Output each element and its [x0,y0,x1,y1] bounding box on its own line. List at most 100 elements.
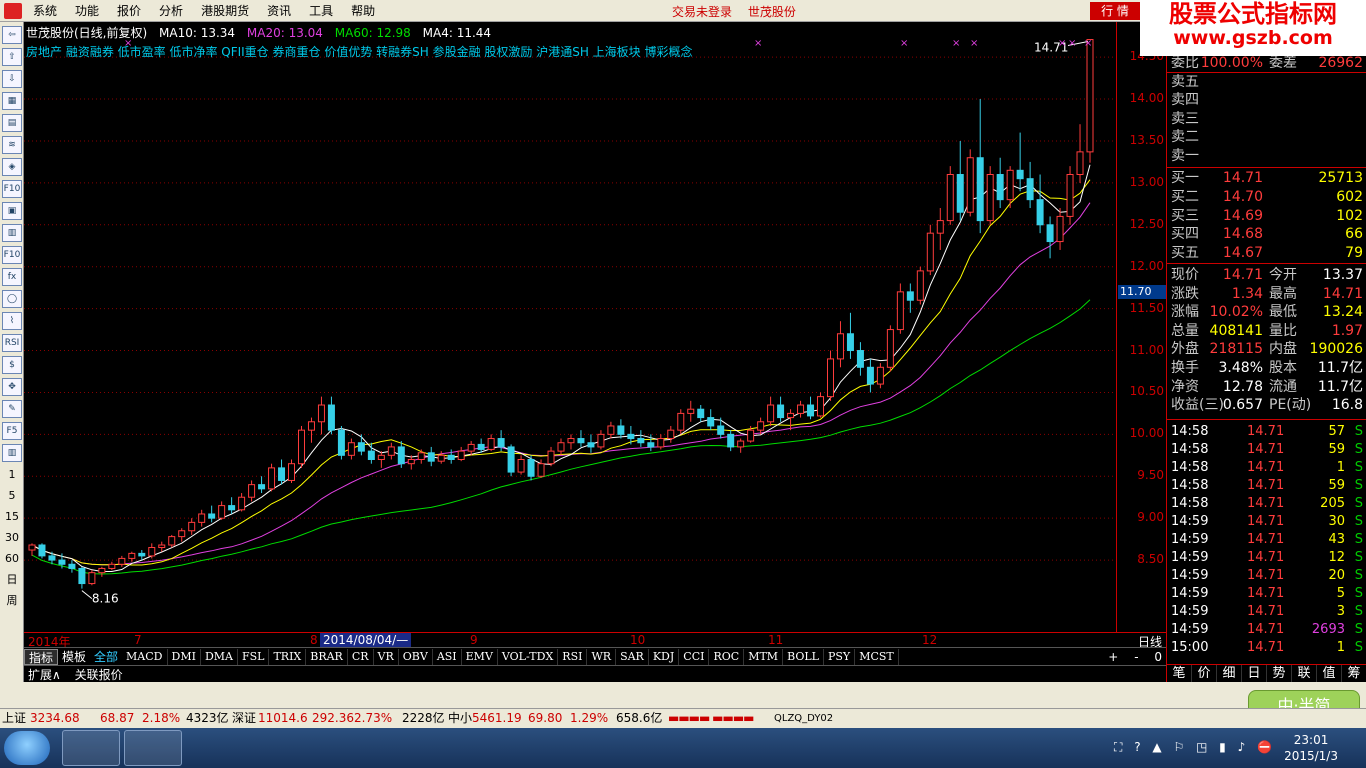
indicator-tab[interactable]: CCI [679,648,710,665]
candle-body[interactable] [896,291,904,331]
candle-body[interactable] [607,425,615,435]
candle-body[interactable] [507,446,515,473]
panel-tab[interactable]: 日 [1242,665,1267,682]
candle-body[interactable] [288,463,296,481]
indicator-tab[interactable]: MTM [744,648,784,665]
start-button[interactable] [4,731,50,765]
period-button-3[interactable]: 30 [2,529,22,547]
indicator-tab[interactable]: VOL-TDX [498,648,559,665]
candle-body[interactable] [407,459,415,465]
period-button-4[interactable]: 60 [2,550,22,568]
candle-body[interactable] [517,459,525,473]
candle-body[interactable] [78,567,86,585]
candle-body[interactable] [128,552,136,559]
candle-body[interactable] [1056,215,1064,243]
system-clock[interactable]: 23:01 2015/1/3 [1284,732,1338,764]
candle-body[interactable] [1016,169,1024,180]
candle-body[interactable] [48,555,56,561]
candle-body[interactable] [587,442,595,448]
panel-tab[interactable]: 细 [1217,665,1242,682]
indicator-tab[interactable]: BOLL [783,648,824,665]
candle-body[interactable] [28,544,36,551]
category-tab[interactable]: 模板 [58,648,90,665]
candle-body[interactable] [317,404,325,423]
candle-body[interactable] [158,544,166,549]
candle-body[interactable] [347,442,355,456]
candle-body[interactable] [367,450,375,460]
candle-body[interactable] [1026,178,1034,201]
candle-body[interactable] [866,366,874,385]
candle-body[interactable] [68,563,76,569]
zoom-in-button[interactable]: + [1108,650,1118,664]
candle-body[interactable] [856,350,864,368]
candle-body[interactable] [677,412,685,431]
indicator-tab[interactable]: EMV [462,648,498,665]
candle-body[interactable] [797,404,805,414]
candle-body[interactable] [836,333,844,360]
candle-body[interactable] [767,404,775,423]
candle-body[interactable] [807,404,815,417]
candle-body[interactable] [577,438,585,444]
candle-body[interactable] [467,443,475,452]
candle-body[interactable] [1036,199,1044,226]
candle-body[interactable] [297,429,305,465]
candle-body[interactable] [657,438,665,448]
taskbar-app-stock[interactable] [62,730,120,766]
panel-tab[interactable]: 联 [1292,665,1317,682]
return-icon[interactable]: ⇦ [2,26,22,44]
kline-chart[interactable]: 14.71 8.16 × × × × × × × × 世茂股份(日线,前复权) MA10: 13.… [24,22,1116,632]
indicator-tab[interactable]: DMA [201,648,238,665]
candle-body[interactable] [327,404,335,431]
candle-body[interactable] [687,408,695,414]
candle-body[interactable] [218,505,226,519]
menu-help[interactable]: 帮助 [342,2,384,19]
candle-body[interactable] [228,505,236,511]
related-quote-button[interactable]: 关联报价 [75,668,123,682]
candle-body[interactable] [1046,224,1054,243]
indicator-tab[interactable]: VR [374,648,399,665]
menu-quote[interactable]: 报价 [108,2,150,19]
candle-body[interactable] [58,559,66,565]
candle-body[interactable] [966,157,974,213]
multi-icon[interactable]: ◈ [2,158,22,176]
candle-body[interactable] [278,467,286,481]
candle-body[interactable] [846,333,854,352]
tray-icons[interactable]: ⛶ ? ▲ ⚐ ◳ ▮ ♪ ⛔ [1114,740,1276,755]
zoom-out-button[interactable]: - [1134,650,1138,664]
f10-icon[interactable]: F10 [2,180,22,198]
indicator-tab[interactable]: BRAR [306,648,348,665]
candle-body[interactable] [757,421,765,431]
f10b-icon[interactable]: F10 [2,246,22,264]
candle-body[interactable] [88,572,96,585]
category-tab[interactable]: 指标 [24,648,59,665]
menu-tools[interactable]: 工具 [300,2,342,19]
indicator-tab[interactable]: KDJ [649,648,680,665]
list-icon[interactable]: ▤ [2,114,22,132]
candle-body[interactable] [926,232,934,272]
candle-body[interactable] [707,417,715,427]
menu-system[interactable]: 系统 [24,2,66,19]
candle-body[interactable] [906,291,914,301]
login-status[interactable]: 交易未登录 [672,5,732,19]
panel-tab[interactable]: 笔 [1167,665,1192,682]
candle-body[interactable] [936,220,944,234]
candle-body[interactable] [986,174,994,222]
down-arrow-icon[interactable]: ⇩ [2,70,22,88]
period-button-1[interactable]: 5 [2,487,22,505]
candle-body[interactable] [777,404,785,419]
taskbar-app-ie[interactable] [124,730,182,766]
candle-body[interactable] [737,440,745,448]
candle-body[interactable] [208,513,216,519]
f5-icon[interactable]: F5 [2,422,22,440]
candle-body[interactable] [377,454,385,461]
circle-icon[interactable]: ◯ [2,290,22,308]
indicator-tab[interactable]: FSL [238,648,270,665]
move-icon[interactable]: ✥ [2,378,22,396]
candle-body[interactable] [976,157,984,222]
indicator-tab[interactable]: PSY [824,648,856,665]
panel-tab[interactable]: 价 [1192,665,1217,682]
candle-body[interactable] [637,438,645,444]
expand-button[interactable]: 扩展∧ [28,668,61,682]
candle-body[interactable] [477,443,485,450]
candle-body[interactable] [697,408,705,419]
